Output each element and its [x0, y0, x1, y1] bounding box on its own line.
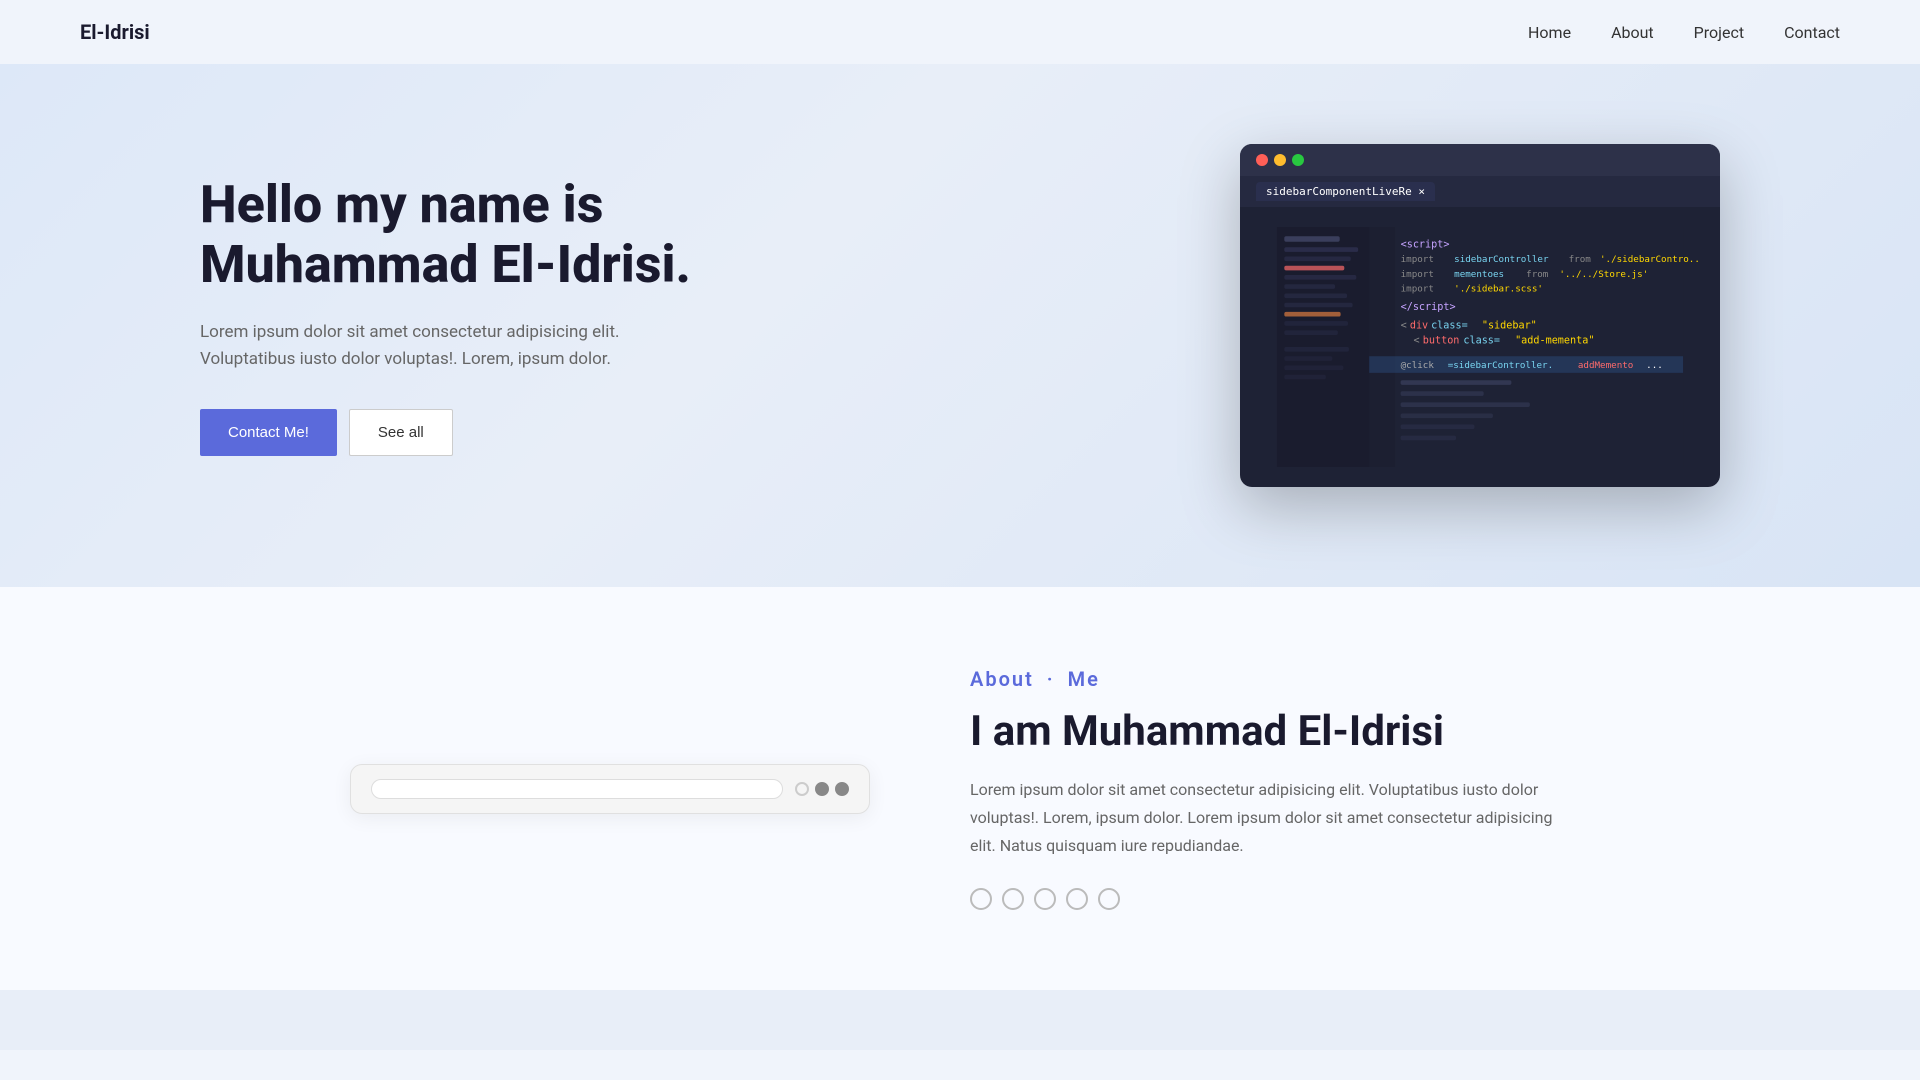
hero-content: Hello my name is Muhammad El-Idrisi. Lor… [200, 175, 800, 456]
nav-links: Home About Project Contact [1528, 23, 1840, 42]
hero-buttons: Contact Me! See all [200, 409, 800, 456]
about-title: I am Muhammad El-Idrisi [970, 707, 1570, 756]
svg-text:@click: @click [1401, 360, 1435, 371]
footer-divider [0, 990, 1920, 1050]
svg-text:import: import [1401, 254, 1434, 265]
svg-text:"add-mementa": "add-mementa" [1515, 335, 1594, 346]
about-label: About · Me [970, 667, 1570, 691]
svg-text:class=: class= [1463, 335, 1500, 346]
svg-text:<: < [1401, 321, 1407, 332]
hero-section: Hello my name is Muhammad El-Idrisi. Lor… [0, 64, 1920, 587]
svg-text:=sidebarController.: =sidebarController. [1448, 360, 1553, 371]
nav-about[interactable]: About [1611, 23, 1654, 42]
about-image-area [350, 764, 870, 814]
svg-text:class=: class= [1431, 321, 1468, 332]
svg-text:...: ... [1646, 360, 1663, 371]
svg-text:sidebarController: sidebarController [1454, 254, 1549, 265]
code-tab-active[interactable]: sidebarComponentLiveRe × [1256, 182, 1435, 201]
browser-address-bar [371, 779, 783, 799]
nav-project[interactable]: Project [1694, 23, 1744, 42]
contact-button[interactable]: Contact Me! [200, 409, 337, 456]
window-minimize-dot [1274, 154, 1286, 166]
skill-dot-3 [1034, 888, 1056, 910]
svg-text:import: import [1401, 284, 1434, 295]
code-screenshot: <script> import sidebarController from '… [1260, 227, 1700, 467]
about-description: Lorem ipsum dolor sit amet consectetur a… [970, 776, 1570, 860]
skill-dot-2 [1002, 888, 1024, 910]
about-section: About · Me I am Muhammad El-Idrisi Lorem… [0, 587, 1920, 990]
window-titlebar [1240, 144, 1720, 176]
about-content: About · Me I am Muhammad El-Idrisi Lorem… [970, 667, 1570, 910]
svg-text:mementoes: mementoes [1454, 269, 1504, 280]
svg-text:"sidebar": "sidebar" [1482, 321, 1537, 332]
hero-title: Hello my name is Muhammad El-Idrisi. [200, 175, 800, 295]
code-tab-bar: sidebarComponentLiveRe × [1240, 176, 1720, 207]
browser-mockup [350, 764, 870, 814]
svg-text:import: import [1401, 269, 1434, 280]
see-all-button[interactable]: See all [349, 409, 453, 456]
window-close-dot [1256, 154, 1268, 166]
about-label-dot: · [1047, 667, 1055, 691]
svg-text:<: < [1414, 335, 1420, 346]
svg-text:addMemento: addMemento [1578, 360, 1634, 371]
svg-text:div: div [1410, 321, 1428, 332]
svg-text:button: button [1423, 335, 1460, 346]
skill-dots [970, 888, 1570, 910]
navbar: El-Idrisi Home About Project Contact [0, 0, 1920, 64]
svg-text:'./sidebar.scss': './sidebar.scss' [1454, 284, 1543, 295]
about-label-part1: About [970, 667, 1034, 691]
about-label-part2: Me [1068, 667, 1100, 691]
code-window: sidebarComponentLiveRe × [1240, 144, 1720, 487]
svg-text:from: from [1569, 254, 1592, 265]
svg-text:'../../Store.js': '../../Store.js' [1559, 269, 1648, 280]
browser-dots [795, 782, 849, 796]
svg-text:from: from [1526, 269, 1549, 280]
skill-dot-1 [970, 888, 992, 910]
browser-dot-1 [795, 782, 809, 796]
nav-home[interactable]: Home [1528, 23, 1571, 42]
window-maximize-dot [1292, 154, 1304, 166]
skill-dot-5 [1098, 888, 1120, 910]
skill-dot-4 [1066, 888, 1088, 910]
svg-text:</script>: </script> [1401, 302, 1456, 313]
code-window-body: <script> import sidebarController from '… [1240, 207, 1720, 487]
hero-description: Lorem ipsum dolor sit amet consectetur a… [200, 319, 700, 373]
browser-dot-3 [835, 782, 849, 796]
nav-contact[interactable]: Contact [1784, 23, 1840, 42]
brand-logo[interactable]: El-Idrisi [80, 20, 150, 44]
svg-text:'./sidebarContro...': './sidebarContro...' [1600, 254, 1700, 265]
svg-text:<script>: <script> [1401, 239, 1450, 250]
browser-dot-2 [815, 782, 829, 796]
